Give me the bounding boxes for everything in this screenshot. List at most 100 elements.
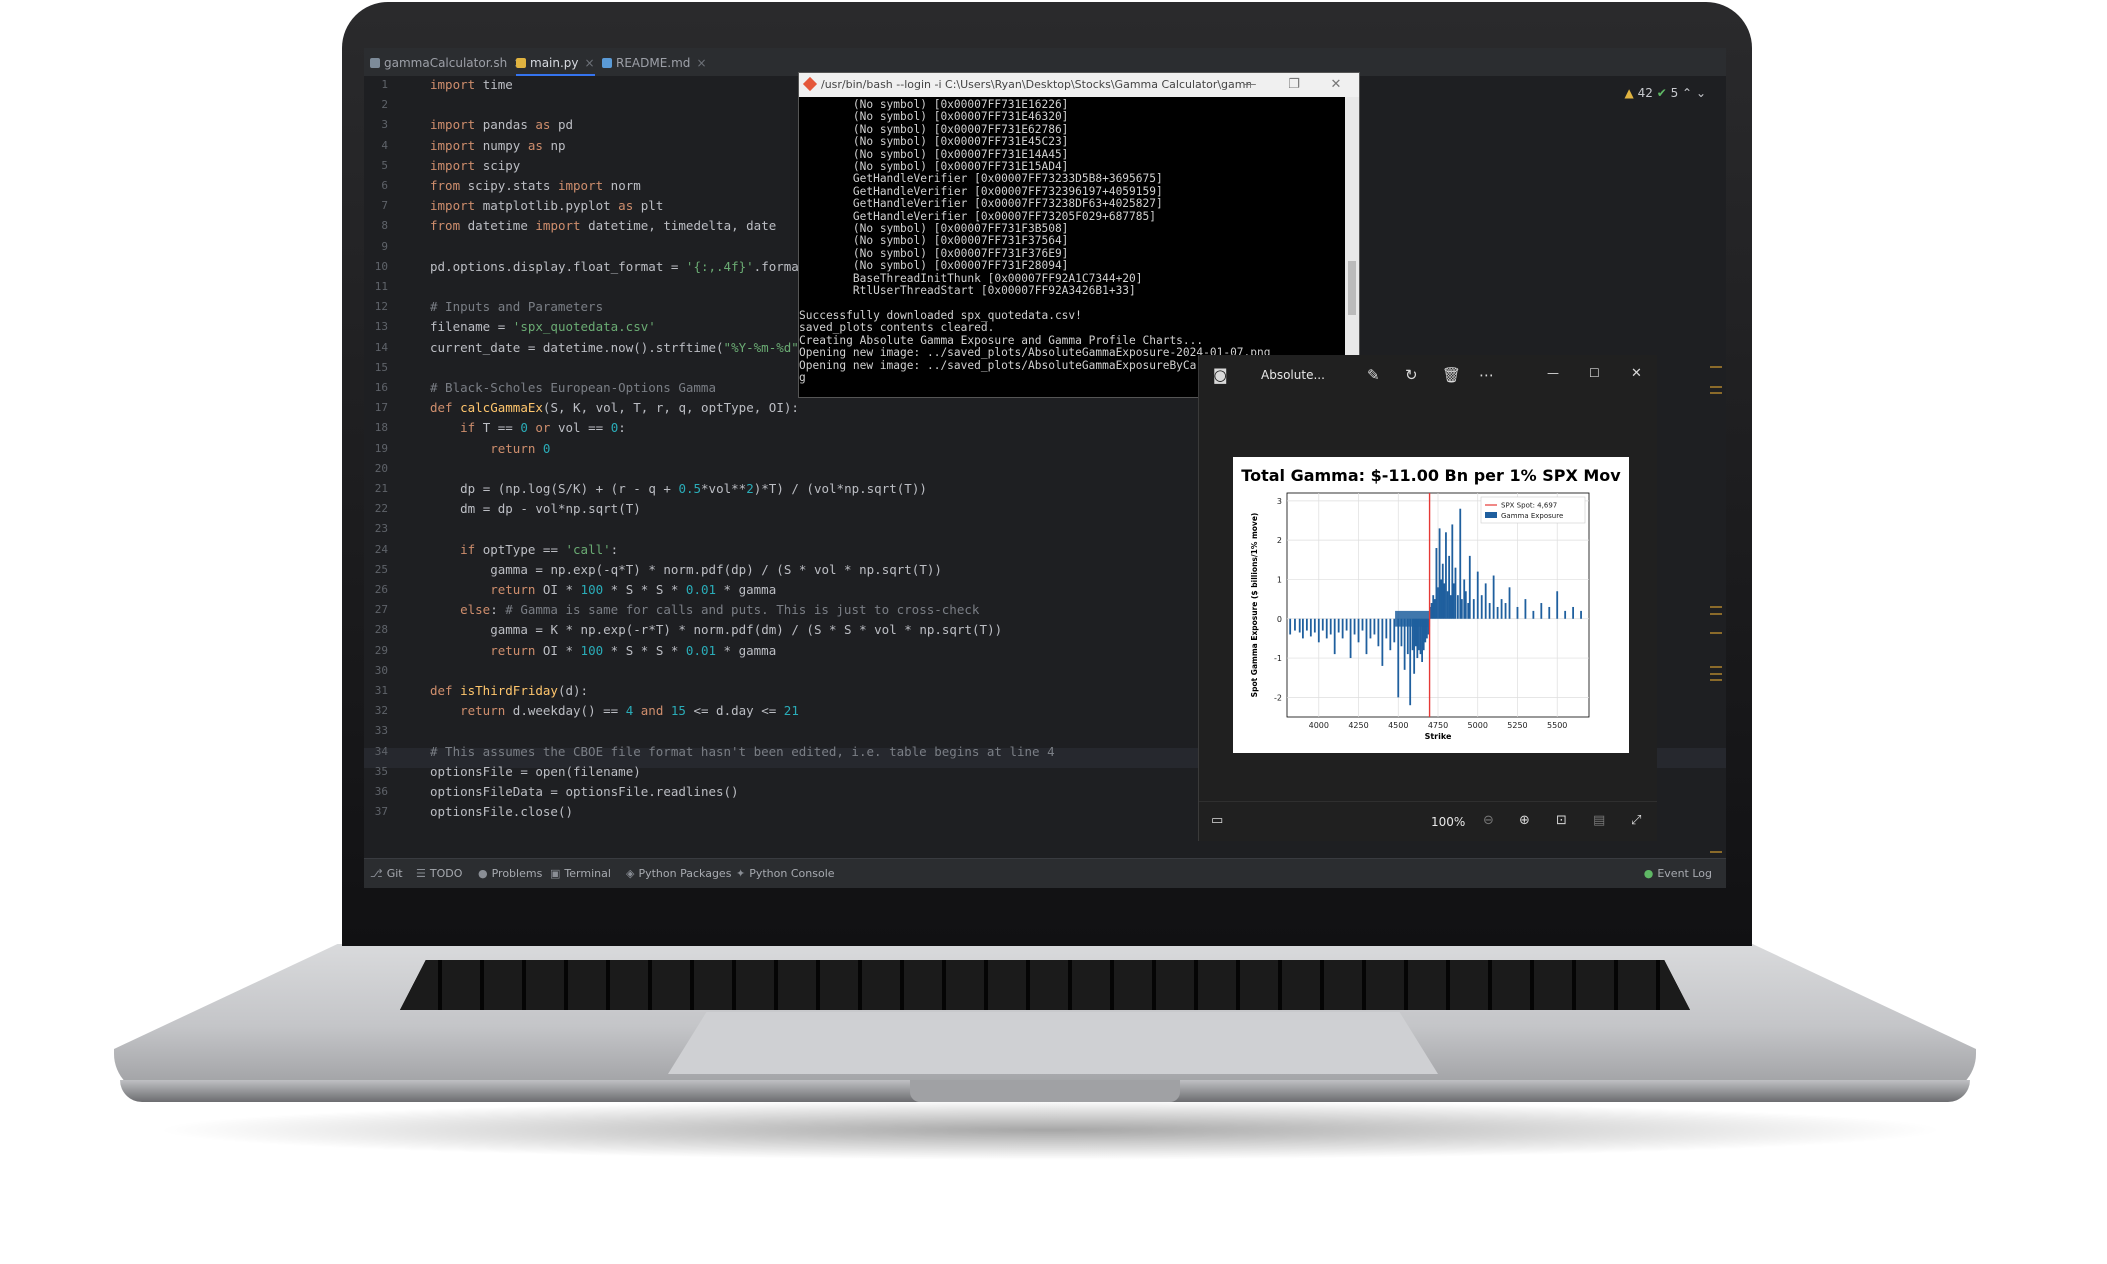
terminal-line: GetHandleVerifier [0x00007FF73238DF63+40… [799,197,1163,211]
actual-size-icon[interactable]: ▤ [1593,813,1605,828]
code-line[interactable]: import scipy [430,158,520,173]
code-line[interactable]: import matplotlib.pyplot as plt [430,198,663,213]
edit-icon[interactable]: ✎ [1367,366,1380,384]
terminal-window[interactable]: /usr/bin/bash --login -i C:\Users\Ryan\D… [798,72,1360,398]
close-icon[interactable]: × [585,56,595,70]
code-line[interactable]: import numpy as np [430,138,566,153]
code-line[interactable]: optionsFile.close() [430,804,573,819]
gamma-bar [1365,618,1368,655]
code-line[interactable]: def isThirdFriday(d): [430,683,588,698]
code-line[interactable]: gamma = K * np.exp(-r*T) * norm.pdf(dm) … [430,622,1002,637]
code-line[interactable]: pd.options.display.float_format = '{:,.4… [430,259,806,274]
gamma-bar [1484,583,1487,619]
close-button[interactable]: ✕ [1315,73,1357,97]
maximize-button[interactable]: ☐ [1589,366,1600,380]
terminal-line: (No symbol) [0x00007FF731E45C23] [799,135,1069,149]
shell-file-icon [370,58,380,68]
line-number: 18 [374,421,388,435]
maximize-button[interactable]: ❐ [1273,73,1315,97]
code-line[interactable]: from datetime import datetime, timedelta… [430,218,776,233]
close-button[interactable]: ✕ [1631,366,1642,381]
gamma-bar [1556,591,1559,619]
gamma-bar [1496,606,1499,619]
delete-icon[interactable]: 🗑 [1442,366,1461,384]
fit-screen-icon[interactable]: ⊡ [1556,813,1567,828]
inspection-widget[interactable]: ▲ 42 ✔ 5 ⌃ ⌄ [1625,86,1706,100]
code-line[interactable]: # This assumes the CBOE file format hasn… [430,744,1055,759]
x-tick-label: 5000 [1468,721,1488,730]
code-line[interactable]: optionsFileData = optionsFile.readlines(… [430,784,739,799]
more-icon[interactable]: ⋯ [1479,366,1494,384]
gamma-bar [1409,618,1412,706]
zoom-in-icon[interactable]: ⊕ [1519,813,1530,828]
code-line[interactable]: gamma = np.exp(-q*T) * norm.pdf(dp) / (S… [430,562,942,577]
gamma-bar [1464,591,1467,619]
tab-main-py[interactable]: main.py × [516,52,595,76]
minimize-button[interactable]: — [1547,366,1559,380]
code-line[interactable]: else: # Gamma is same for calls and puts… [430,602,979,617]
code-line[interactable]: from scipy.stats import norm [430,178,641,193]
zoom-out-icon[interactable]: ⊖ [1483,813,1494,828]
gamma-bar [1433,599,1436,619]
code-line[interactable]: return OI * 100 * S * S * 0.01 * gamma [430,582,776,597]
scroll-thumb[interactable] [1348,261,1356,315]
code-line[interactable]: def calcGammaEx(S, K, vol, T, r, q, optT… [430,400,799,415]
tool-todo[interactable]: ☰ TODO [416,867,462,880]
fullscreen-icon[interactable]: ⤢ [1631,813,1641,828]
tool-python-console[interactable]: ✦ Python Console [736,867,835,880]
tool-git[interactable]: ⎇ Git [370,867,403,880]
code-line[interactable]: return 0 [430,441,550,456]
code-line[interactable]: return OI * 100 * S * S * 0.01 * gamma [430,643,776,658]
gamma-bar [1393,618,1396,643]
gamma-bar [1301,618,1304,639]
code-line[interactable]: import time [430,77,513,92]
gamma-bar [1438,528,1441,619]
terminal-scrollbar[interactable] [1345,97,1359,397]
gamma-bar [1441,563,1444,619]
line-number: 1 [381,78,388,91]
line-number: 37 [374,805,388,819]
git-bash-icon [802,76,818,92]
code-line[interactable]: return d.weekday() == 4 and 15 <= d.day … [430,703,799,718]
close-icon[interactable]: × [696,56,706,70]
code-line[interactable]: current_date = datetime.now().strftime("… [430,340,806,355]
line-number: 24 [374,542,388,556]
rotate-icon[interactable]: ↻ [1405,366,1418,384]
code-line[interactable]: # Inputs and Parameters [430,299,603,314]
code-line[interactable]: if T == 0 or vol == 0: [430,420,626,435]
y-tick-label: 0 [1277,615,1282,624]
line-number: 16 [374,381,388,394]
minimize-button[interactable]: — [1229,73,1271,97]
terminal-title-bar[interactable]: /usr/bin/bash --login -i C:\Users\Ryan\D… [799,73,1359,97]
gamma-bar [1472,599,1475,619]
code-line[interactable]: if optType == 'call': [430,542,618,557]
tool-terminal[interactable]: ▣ Terminal [550,867,611,880]
code-line[interactable]: # Black-Scholes European-Options Gamma [430,380,716,395]
code-line[interactable]: dp = (np.log(S/K) + (r - q + 0.5*vol**2)… [430,481,927,496]
x-tick-label: 4250 [1348,721,1368,730]
tab-gamma-calculator-sh[interactable]: gammaCalculator.sh× [370,52,523,74]
laptop-keyboard [400,960,1690,1010]
code-line[interactable]: dm = dp - vol*np.sqrt(T) [430,501,641,516]
code-line[interactable]: import pandas as pd [430,117,573,132]
line-number: 27 [374,603,388,617]
chevron-up-icon[interactable]: ⌃ [1682,86,1692,100]
gamma-bar [1349,618,1352,659]
line-number: 21 [374,482,388,495]
tool-event-log[interactable]: ● Event Log [1644,867,1712,880]
list-icon: ☰ [416,867,426,880]
tool-python-packages[interactable]: ◈ Python Packages [626,867,731,880]
code-line[interactable]: optionsFile = open(filename) [430,764,641,779]
terminal-output[interactable]: (No symbol) [0x00007FF731E16226] (No sym… [799,99,1339,397]
tool-problems[interactable]: ● Problems [478,867,542,880]
photo-viewer-window[interactable]: ◙ Absolute... ✎ ↻ 🗑 ⋯ — ☐ ✕ Total Gamma:… [1198,355,1657,841]
tab-readme-md[interactable]: README.md × [602,52,707,74]
gamma-bar [1357,618,1360,643]
filmstrip-icon[interactable]: ▭ [1211,813,1223,828]
chevron-down-icon[interactable]: ⌄ [1696,86,1706,100]
line-number: 31 [374,684,388,697]
line-number: 14 [374,340,388,354]
gallery-icon[interactable]: ◙ [1213,366,1228,384]
gamma-bar [1480,595,1483,619]
code-line[interactable]: filename = 'spx_quotedata.csv' [430,319,656,334]
